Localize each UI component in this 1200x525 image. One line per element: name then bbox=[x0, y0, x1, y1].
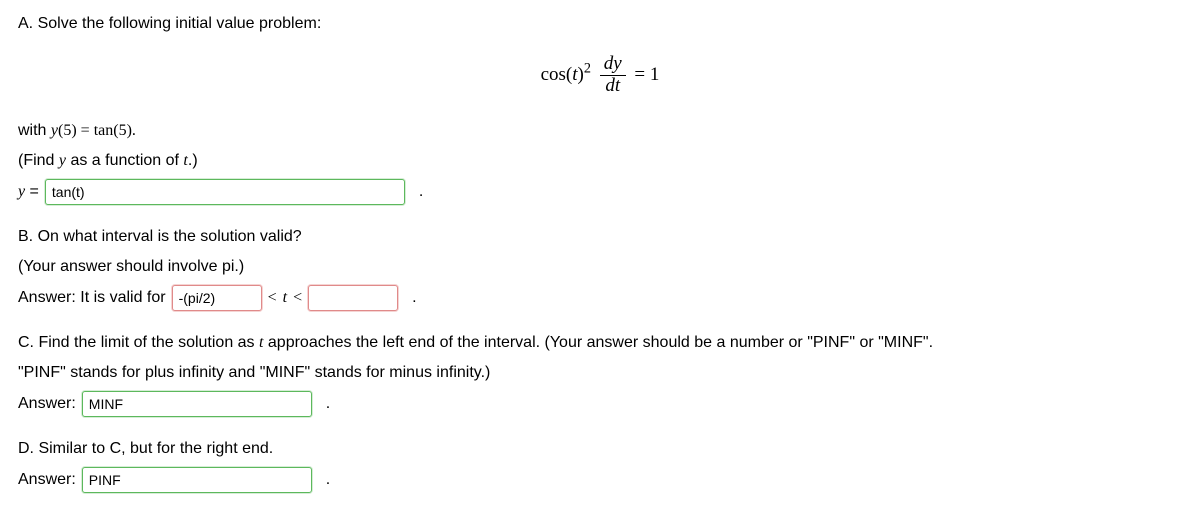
cond-y: y bbox=[51, 122, 58, 139]
part-b: B. On what interval is the solution vali… bbox=[18, 225, 1182, 311]
eq-exp: 2 bbox=[584, 60, 591, 76]
lt-1: < bbox=[268, 289, 277, 307]
part-c-prompt-line1: C. Find the limit of the solution as t a… bbox=[18, 331, 1182, 355]
part-d: D. Similar to C, but for the right end. … bbox=[18, 437, 1182, 493]
answer-b-left-input[interactable] bbox=[172, 285, 262, 311]
answer-a-input[interactable] bbox=[45, 179, 405, 205]
answer-a-label: y = bbox=[18, 183, 39, 201]
inst-mid: as a function of bbox=[66, 152, 183, 169]
part-a-answer-row: y = . bbox=[18, 179, 1182, 205]
part-b-answer-row: Answer: It is valid for < t < . bbox=[18, 285, 1182, 311]
answer-d-label: Answer: bbox=[18, 471, 76, 489]
cond-with: with bbox=[18, 122, 51, 139]
part-c: C. Find the limit of the solution as t a… bbox=[18, 331, 1182, 417]
eq-dt: dt bbox=[600, 76, 626, 97]
eq-dy: dy bbox=[600, 54, 626, 76]
inst-close: .) bbox=[188, 152, 198, 169]
eq-cos: cos( bbox=[541, 64, 573, 85]
period-b: . bbox=[412, 289, 416, 307]
answer-b-right-input[interactable] bbox=[308, 285, 398, 311]
inst-y: y bbox=[59, 152, 66, 169]
answer-c-label: Answer: bbox=[18, 395, 76, 413]
part-b-prompt: B. On what interval is the solution vali… bbox=[18, 225, 1182, 249]
inst-open: (Find bbox=[18, 152, 59, 169]
part-b-hint: (Your answer should involve pi.) bbox=[18, 255, 1182, 279]
equation: cos(t)2 dy dt = 1 bbox=[18, 54, 1182, 97]
answer-b-prefix: Answer: It is valid for bbox=[18, 289, 166, 307]
part-a-prompt: A. Solve the following initial value pro… bbox=[18, 12, 1182, 36]
b-tvar: t bbox=[283, 289, 287, 307]
part-c-answer-row: Answer: . bbox=[18, 391, 1182, 417]
part-d-answer-row: Answer: . bbox=[18, 467, 1182, 493]
part-a-instruction: (Find y as a function of t.) bbox=[18, 149, 1182, 173]
ans-eq: = bbox=[25, 183, 39, 200]
c-p1: C. Find the limit of the solution as bbox=[18, 334, 259, 351]
lt-2: < bbox=[293, 289, 302, 307]
period-a: . bbox=[419, 183, 423, 201]
eq-equals-one: = 1 bbox=[634, 64, 659, 85]
part-c-prompt-line2: "PINF" stands for plus infinity and "MIN… bbox=[18, 361, 1182, 385]
period-d: . bbox=[326, 471, 330, 489]
answer-d-input[interactable] bbox=[82, 467, 312, 493]
answer-c-input[interactable] bbox=[82, 391, 312, 417]
part-a: A. Solve the following initial value pro… bbox=[18, 12, 1182, 205]
cond-rest: (5) = tan(5). bbox=[58, 122, 136, 139]
part-d-prompt: D. Similar to C, but for the right end. bbox=[18, 437, 1182, 461]
initial-condition: with y(5) = tan(5). bbox=[18, 119, 1182, 143]
eq-fraction: dy dt bbox=[600, 54, 626, 97]
c-p2: approaches the left end of the interval.… bbox=[263, 334, 933, 351]
period-c: . bbox=[326, 395, 330, 413]
